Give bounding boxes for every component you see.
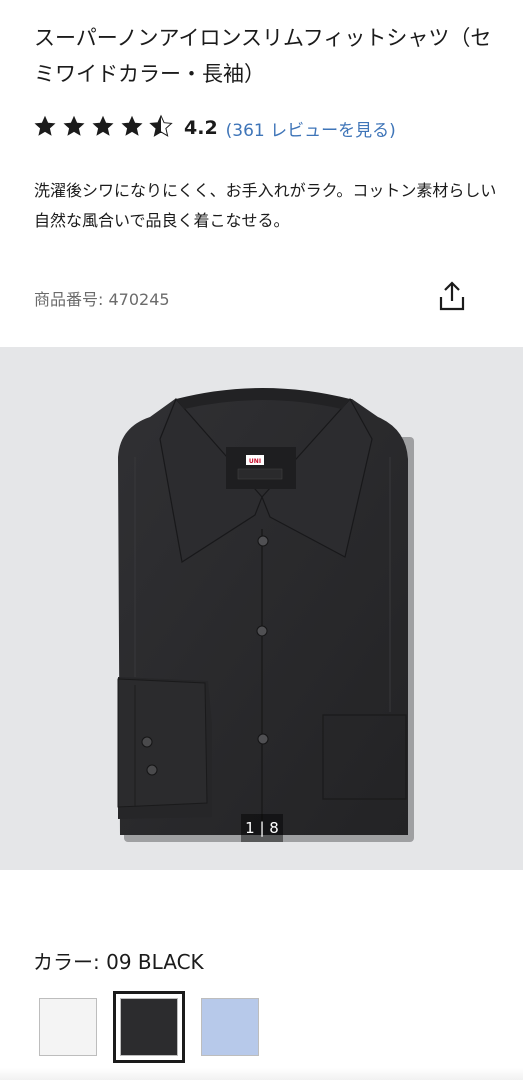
selected-color-name: 09 BLACK — [106, 950, 204, 974]
share-button[interactable] — [434, 278, 470, 314]
image-counter: 1 | 8 — [241, 814, 283, 842]
product-code-label: 商品番号: — [34, 290, 104, 309]
product-code-value: 470245 — [108, 290, 170, 309]
rating-stars — [33, 114, 178, 142]
product-image-gallery[interactable]: UNI 1 | 8 — [0, 347, 523, 870]
color-swatches — [37, 991, 261, 1063]
reviews-link[interactable]: (361 レビューを見る) — [226, 116, 396, 141]
star-icon — [120, 114, 149, 142]
share-icon — [439, 281, 465, 311]
half-star-icon — [149, 114, 178, 142]
color-swatch-black[interactable] — [113, 991, 185, 1063]
color-label: カラー: 09 BLACK — [33, 946, 204, 975]
star-icon — [91, 114, 120, 142]
rating-row: 4.2 (361 レビューを見る) — [33, 113, 396, 143]
color-chip — [120, 998, 178, 1056]
color-swatch-blue[interactable] — [199, 996, 261, 1058]
product-image: UNI — [117, 388, 414, 842]
rating-score: 4.2 — [184, 117, 218, 139]
star-icon — [62, 114, 91, 142]
svg-text:UNI: UNI — [249, 458, 261, 465]
color-chip — [201, 998, 259, 1056]
color-swatch-white[interactable] — [37, 996, 99, 1058]
product-code: 商品番号: 470245 — [34, 286, 170, 310]
product-description: 洗濯後シワになりにくく、お手入れがラク。コットン素材らしい自然な風合いで品良く着… — [34, 181, 497, 230]
color-chip — [39, 998, 97, 1056]
star-icon — [33, 114, 62, 142]
divider — [0, 1068, 523, 1080]
product-title: スーパーノンアイロンスリムフィットシャツ（セミワイドカラー・長袖） — [34, 26, 492, 86]
color-label-title: カラー: — [33, 950, 100, 974]
